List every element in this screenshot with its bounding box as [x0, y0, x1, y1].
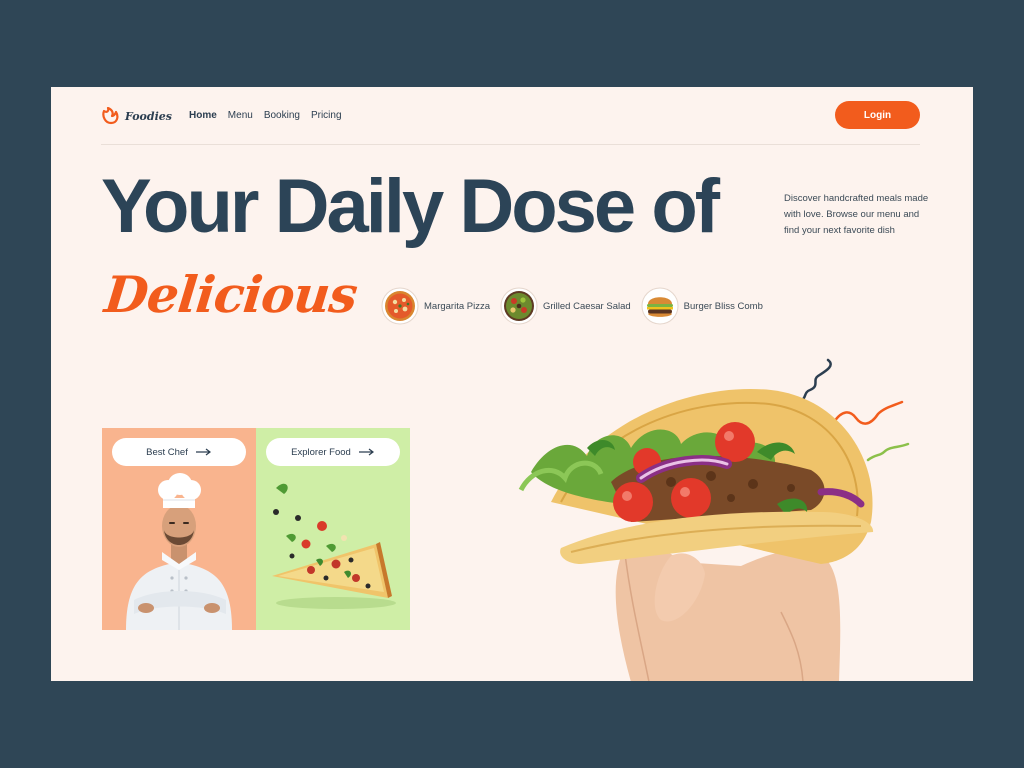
dish-label-burger: Burger Bliss Comb [683, 300, 763, 312]
dish-label-salad: Grilled Caesar Salad [543, 300, 631, 312]
nav-link-menu[interactable]: Menu [228, 110, 253, 121]
explorer-food-button[interactable]: Explorer Food [266, 438, 400, 466]
burger-icon [641, 287, 679, 325]
nav-link-home[interactable]: Home [189, 110, 217, 121]
arrow-right-icon [358, 448, 374, 456]
salad-icon [500, 287, 538, 325]
explorer-food-card[interactable]: Explorer Food [256, 428, 410, 630]
top-navbar: Foodies Home Menu Booking Pricing Login [101, 101, 920, 145]
taco-hero-image [518, 388, 874, 681]
hero-script-word: Delicious [101, 265, 360, 324]
brand-logo[interactable]: Foodies [101, 107, 172, 125]
best-chef-button[interactable]: Best Chef [112, 438, 246, 466]
flame-logo-icon [102, 107, 119, 125]
best-chef-label: Best Chef [146, 446, 188, 458]
featured-dishes: Margarita Pizza Grilled Caesar Salad Bur… [381, 287, 763, 325]
dish-chip-burger[interactable]: Burger Bliss Comb [641, 287, 763, 325]
dish-chip-salad[interactable]: Grilled Caesar Salad [500, 287, 631, 325]
chef-card[interactable]: Best Chef [102, 428, 256, 630]
explorer-food-label: Explorer Food [291, 446, 351, 458]
nav-link-pricing[interactable]: Pricing [311, 110, 342, 121]
brand-name: Foodies [125, 109, 172, 123]
hero-description: Discover handcrafted meals made with lov… [784, 193, 929, 236]
nav-link-booking[interactable]: Booking [264, 110, 300, 121]
pizza-icon [381, 287, 419, 325]
hero-headline: Your Daily Dose of [101, 164, 720, 249]
landing-page: Foodies Home Menu Booking Pricing Login … [51, 87, 973, 681]
dish-chip-pizza[interactable]: Margarita Pizza [381, 287, 490, 325]
dish-label-pizza: Margarita Pizza [424, 300, 490, 312]
login-button[interactable]: Login [835, 101, 920, 129]
nav-links: Home Menu Booking Pricing [189, 110, 342, 121]
arrow-right-icon [195, 448, 211, 456]
